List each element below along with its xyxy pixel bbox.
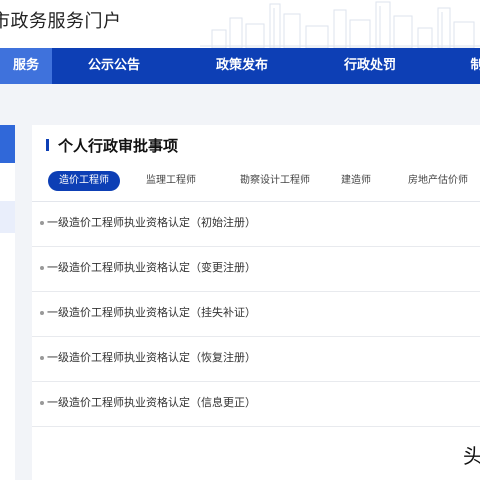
section-marker [46, 139, 49, 151]
nav-item-penalties[interactable]: 行政处罚 [330, 48, 410, 84]
tab-cost-engineer[interactable]: 造价工程师 [48, 171, 120, 191]
list-item[interactable]: 一级造价工程师执业资格认定（挂失补证） [32, 292, 480, 337]
portal-title: 市政务服务门户 [0, 11, 122, 32]
tab-supervising-engineer[interactable]: 监理工程师 [136, 171, 206, 191]
list-item[interactable]: 一级造价工程师执业资格认定（信息更正） [32, 382, 480, 427]
watermark-text: 头 [463, 444, 480, 468]
list-item[interactable]: 一级造价工程师执业资格认定（恢复注册） [32, 337, 480, 382]
nav-item-services[interactable]: 服务 [0, 48, 52, 84]
nav-item-policy[interactable]: 政策发布 [202, 48, 282, 84]
list-item-text[interactable]: 一级造价工程师执业资格认定（信息更正） [47, 394, 256, 410]
list-item-text[interactable]: 一级造价工程师执业资格认定（恢复注册） [47, 349, 256, 365]
bullet-icon [40, 221, 44, 225]
sidebar-item-selected[interactable] [0, 201, 15, 233]
bullet-icon [40, 401, 44, 405]
list-item-text[interactable]: 一级造价工程师执业资格认定（初始注册） [47, 214, 256, 230]
list-item-text[interactable]: 一级造价工程师执业资格认定（变更注册） [47, 259, 256, 275]
tab-real-estate-appraiser[interactable]: 房地产估价师 [402, 171, 474, 191]
nav-item-partial[interactable]: 制 [462, 48, 480, 84]
bullet-icon [40, 266, 44, 270]
list-item-text[interactable]: 一级造价工程师执业资格认定（挂失补证） [47, 304, 256, 320]
tab-constructor[interactable]: 建造师 [334, 171, 378, 191]
bullet-icon [40, 356, 44, 360]
section-title: 个人行政审批事项 [58, 137, 179, 155]
site-header: 市政务服务门户 [0, 0, 480, 48]
list-item[interactable]: 一级造价工程师执业资格认定（变更注册） [32, 247, 480, 292]
main-nav: 服务 公示公告 政策发布 行政处罚 制 [0, 48, 480, 84]
nav-item-announcements[interactable]: 公示公告 [74, 48, 154, 84]
city-skyline-graphic [200, 1, 480, 48]
bullet-icon [40, 311, 44, 315]
tab-survey-design-engineer[interactable]: 勘察设计工程师 [228, 171, 322, 191]
list-item[interactable]: 一级造价工程师执业资格认定（初始注册） [32, 202, 480, 247]
sidebar-header [0, 125, 15, 163]
main-panel: 个人行政审批事项 造价工程师 监理工程师 勘察设计工程师 建造师 房地产估价师 … [32, 125, 480, 480]
